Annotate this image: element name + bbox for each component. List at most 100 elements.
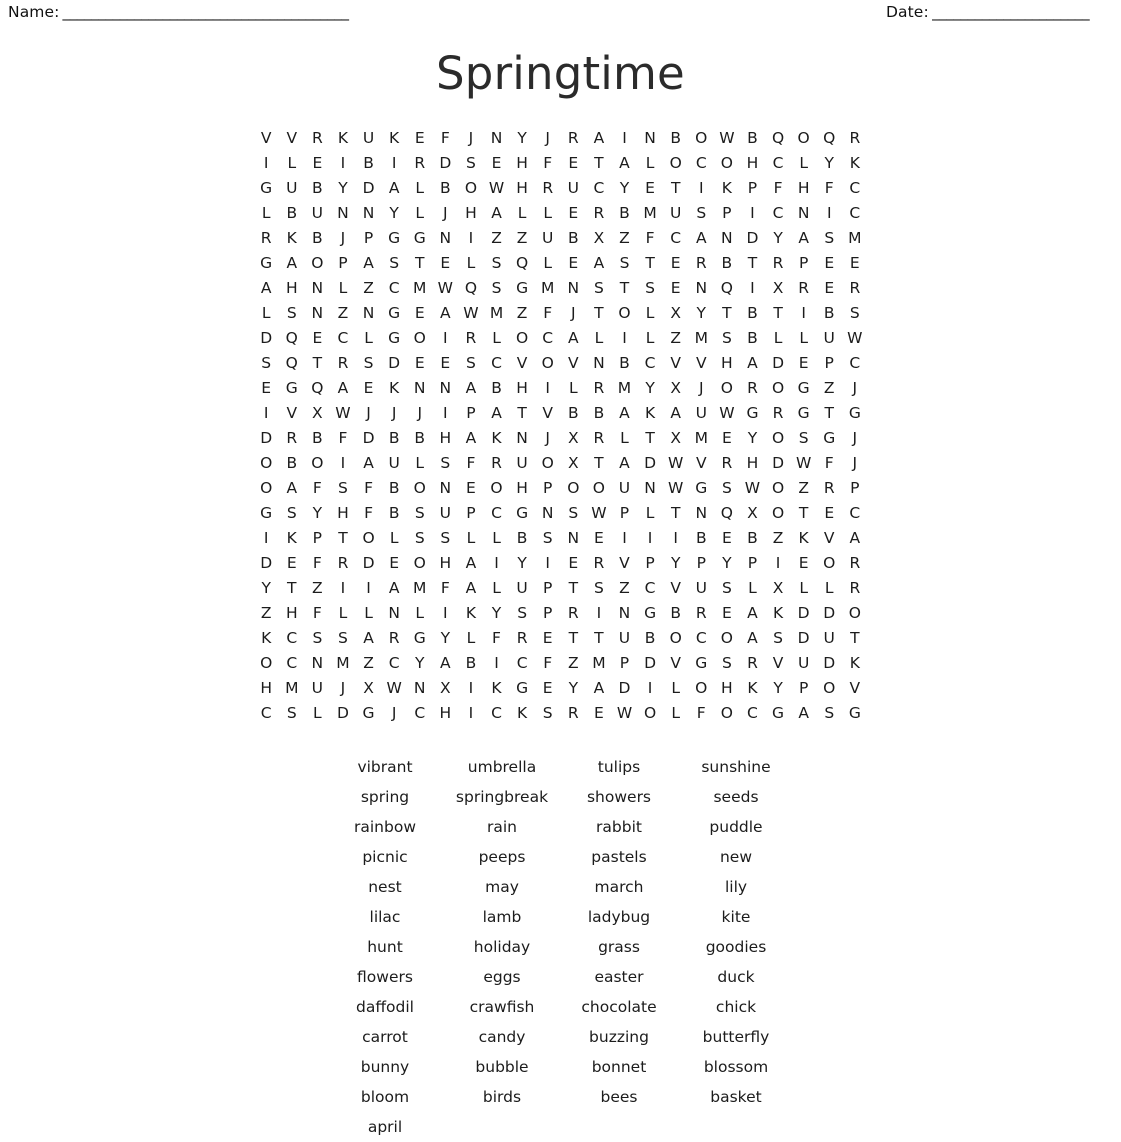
grid-letter[interactable]: L [586, 326, 612, 351]
grid-letter[interactable]: H [458, 201, 484, 226]
grid-letter[interactable]: S [253, 351, 279, 376]
grid-letter[interactable]: G [253, 176, 279, 201]
grid-letter[interactable]: N [535, 501, 561, 526]
grid-letter[interactable]: S [407, 526, 433, 551]
grid-letter[interactable]: X [586, 226, 612, 251]
grid-letter[interactable]: Y [612, 176, 638, 201]
grid-letter[interactable]: B [663, 126, 689, 151]
grid-letter[interactable]: A [330, 376, 356, 401]
grid-letter[interactable]: N [407, 376, 433, 401]
grid-letter[interactable]: Z [663, 326, 689, 351]
grid-letter[interactable]: E [561, 151, 587, 176]
grid-letter[interactable]: W [586, 501, 612, 526]
grid-letter[interactable]: C [842, 176, 868, 201]
grid-letter[interactable]: M [637, 201, 663, 226]
grid-letter[interactable]: I [458, 226, 484, 251]
grid-letter[interactable]: G [842, 701, 868, 726]
grid-letter[interactable]: X [765, 276, 791, 301]
grid-letter[interactable]: I [612, 326, 638, 351]
grid-letter[interactable]: I [458, 676, 484, 701]
grid-letter[interactable]: B [612, 201, 638, 226]
grid-letter[interactable]: C [688, 626, 714, 651]
grid-letter[interactable]: N [433, 226, 459, 251]
grid-letter[interactable]: O [612, 301, 638, 326]
grid-letter[interactable]: O [458, 176, 484, 201]
grid-letter[interactable]: C [484, 501, 510, 526]
grid-letter[interactable]: W [612, 701, 638, 726]
grid-letter[interactable]: B [305, 426, 331, 451]
grid-letter[interactable]: N [433, 476, 459, 501]
grid-letter[interactable]: X [740, 501, 766, 526]
grid-letter[interactable]: B [714, 251, 740, 276]
grid-letter[interactable]: A [612, 451, 638, 476]
grid-letter[interactable]: J [330, 676, 356, 701]
grid-letter[interactable]: S [458, 351, 484, 376]
grid-letter[interactable]: Q [714, 276, 740, 301]
grid-letter[interactable]: D [765, 451, 791, 476]
grid-letter[interactable]: J [381, 701, 407, 726]
grid-letter[interactable]: L [407, 451, 433, 476]
grid-letter[interactable]: B [407, 426, 433, 451]
grid-letter[interactable]: O [484, 476, 510, 501]
grid-letter[interactable]: V [279, 126, 305, 151]
grid-letter[interactable]: B [484, 376, 510, 401]
grid-letter[interactable]: O [253, 451, 279, 476]
grid-letter[interactable]: C [509, 651, 535, 676]
grid-letter[interactable]: G [407, 226, 433, 251]
grid-letter[interactable]: U [816, 626, 842, 651]
grid-letter[interactable]: S [765, 626, 791, 651]
grid-letter[interactable]: A [740, 626, 766, 651]
grid-letter[interactable]: X [663, 301, 689, 326]
grid-letter[interactable]: I [586, 601, 612, 626]
grid-letter[interactable]: D [637, 651, 663, 676]
grid-letter[interactable]: G [509, 501, 535, 526]
grid-letter[interactable]: I [535, 376, 561, 401]
grid-letter[interactable]: L [791, 151, 817, 176]
grid-letter[interactable]: S [484, 276, 510, 301]
grid-letter[interactable]: R [279, 426, 305, 451]
grid-letter[interactable]: O [407, 326, 433, 351]
grid-letter[interactable]: A [791, 701, 817, 726]
grid-letter[interactable]: D [765, 351, 791, 376]
grid-letter[interactable]: K [740, 676, 766, 701]
grid-letter[interactable]: I [740, 201, 766, 226]
grid-letter[interactable]: E [305, 151, 331, 176]
grid-letter[interactable]: A [842, 526, 868, 551]
grid-letter[interactable]: C [484, 701, 510, 726]
grid-letter[interactable]: F [637, 226, 663, 251]
grid-letter[interactable]: R [561, 126, 587, 151]
grid-letter[interactable]: I [816, 201, 842, 226]
grid-letter[interactable]: T [791, 501, 817, 526]
grid-letter[interactable]: Y [714, 551, 740, 576]
grid-letter[interactable]: Y [765, 226, 791, 251]
grid-letter[interactable]: S [484, 251, 510, 276]
grid-letter[interactable]: K [509, 701, 535, 726]
grid-letter[interactable]: A [740, 351, 766, 376]
grid-letter[interactable]: Y [637, 376, 663, 401]
word-search-grid[interactable]: VVRKUKEFJNYJRAINBOWBQOQRILEIBIRDSEHFETAL… [253, 126, 867, 726]
grid-letter[interactable]: K [791, 526, 817, 551]
grid-letter[interactable]: C [407, 701, 433, 726]
grid-letter[interactable]: U [791, 651, 817, 676]
grid-letter[interactable]: Q [509, 251, 535, 276]
grid-letter[interactable]: X [765, 576, 791, 601]
grid-letter[interactable]: P [612, 501, 638, 526]
grid-letter[interactable]: Y [330, 176, 356, 201]
grid-letter[interactable]: P [740, 551, 766, 576]
grid-letter[interactable]: N [561, 526, 587, 551]
grid-letter[interactable]: E [484, 151, 510, 176]
grid-letter[interactable]: G [791, 401, 817, 426]
grid-letter[interactable]: O [791, 126, 817, 151]
grid-letter[interactable]: A [484, 401, 510, 426]
grid-letter[interactable]: O [637, 701, 663, 726]
grid-letter[interactable]: P [458, 401, 484, 426]
grid-letter[interactable]: L [637, 326, 663, 351]
grid-letter[interactable]: N [509, 426, 535, 451]
grid-letter[interactable]: E [637, 176, 663, 201]
grid-letter[interactable]: B [381, 501, 407, 526]
grid-letter[interactable]: L [535, 201, 561, 226]
grid-letter[interactable]: V [816, 526, 842, 551]
grid-letter[interactable]: Q [816, 126, 842, 151]
grid-letter[interactable]: W [714, 401, 740, 426]
grid-letter[interactable]: T [586, 301, 612, 326]
